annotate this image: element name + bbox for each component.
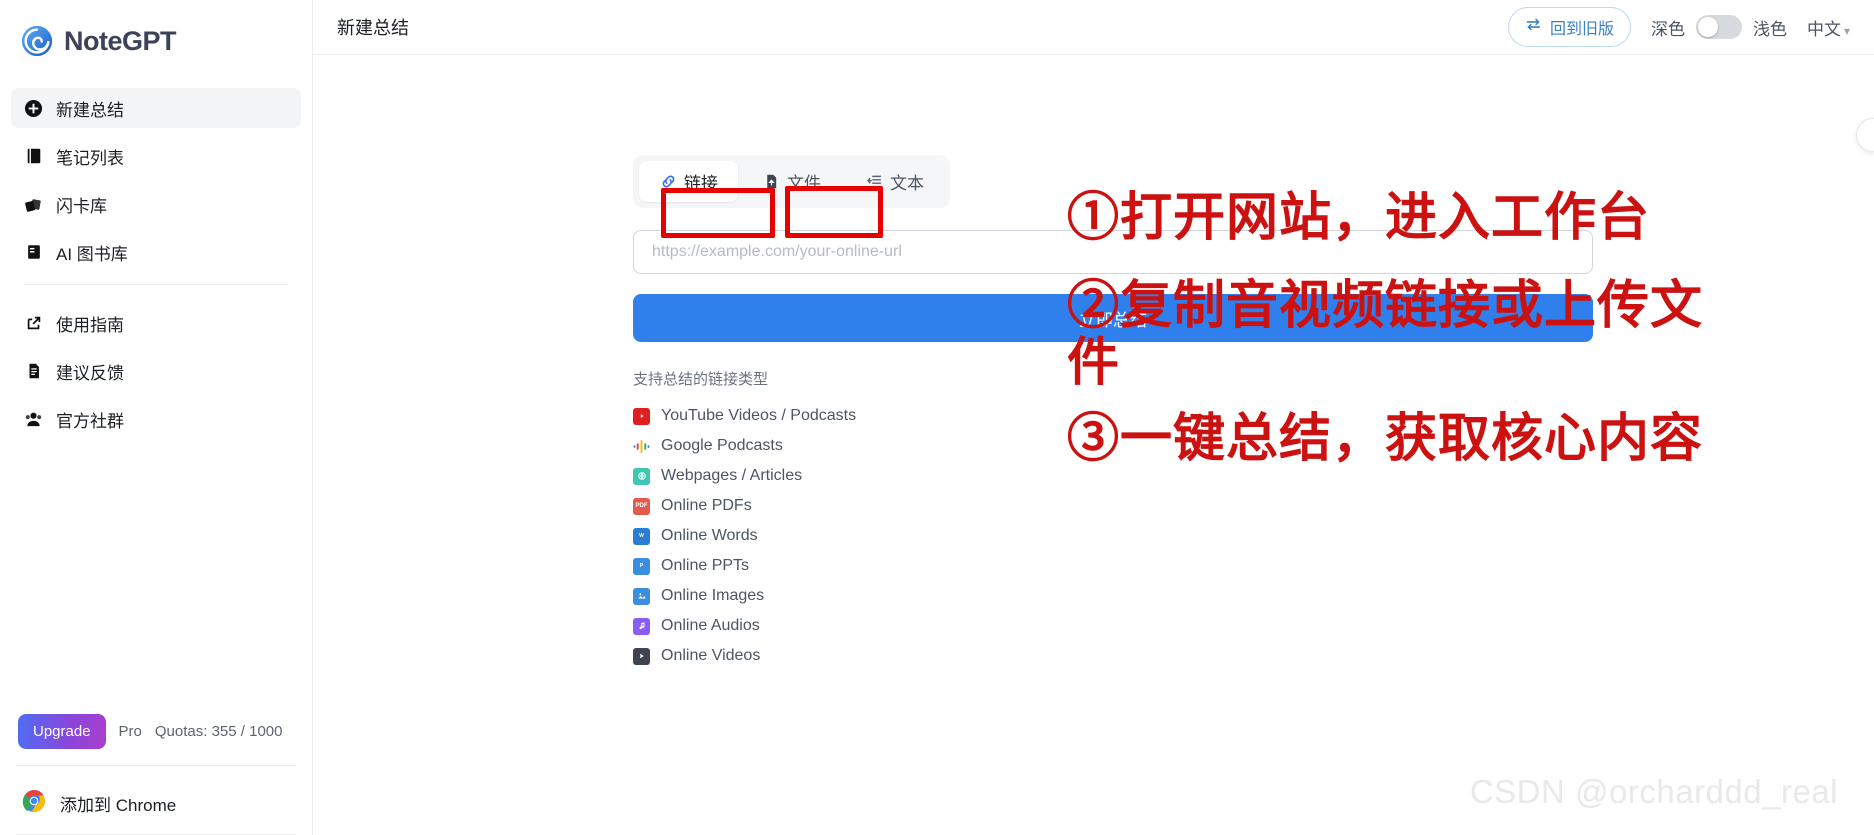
content-area: 链接 文件 文本 https://example.com/your-online… xyxy=(313,55,1874,671)
app-root: NoteGPT 新建总结 笔记列表 闪卡库 AI 图书库 使用指南 建议反馈 官… xyxy=(0,0,1874,835)
list-item: YouTube Videos / Podcasts xyxy=(633,401,1593,431)
list-item: W Online Words xyxy=(633,521,1593,551)
watermark: CSDN @orcharddd_real xyxy=(1469,773,1838,810)
theme-light-label: 浅色 xyxy=(1752,19,1787,39)
file-upload-icon xyxy=(762,173,780,191)
text-lines-icon xyxy=(865,173,883,191)
supported-types-title: 支持总结的链接类型 xyxy=(633,371,769,388)
main-area: 新建总结 回到旧版 深色 浅色 中文 ▾ 链接 文件 文本 https://ex… xyxy=(313,0,1874,835)
source-type-tabs: 链接 文件 文本 xyxy=(633,155,950,208)
type-label: Online Videos xyxy=(661,647,761,664)
list-item: Google Podcasts xyxy=(633,431,1593,461)
list-item: P Online PPTs xyxy=(633,551,1593,581)
plus-circle-icon xyxy=(24,99,43,118)
tab-link[interactable]: 链接 xyxy=(639,161,738,202)
type-label: Online Images xyxy=(661,587,765,604)
footer-divider xyxy=(16,765,296,766)
image-icon xyxy=(633,587,650,605)
notebook-icon xyxy=(24,147,43,166)
upgrade-row: Upgrade Pro Quotas: 355 / 1000 xyxy=(0,703,312,759)
sidebar: NoteGPT 新建总结 笔记列表 闪卡库 AI 图书库 使用指南 建议反馈 官… xyxy=(0,0,313,835)
users-group-icon xyxy=(24,410,43,429)
list-item: Online Videos xyxy=(633,641,1593,671)
sidebar-item-label: AI 图书库 xyxy=(56,244,128,264)
language-selector[interactable]: 中文 ▾ xyxy=(1807,15,1850,40)
top-bar: 新建总结 回到旧版 深色 浅色 中文 ▾ xyxy=(313,0,1874,55)
brand-name: NoteGPT xyxy=(64,25,177,56)
sidebar-footer: Upgrade Pro Quotas: 355 / 1000 添加到 Chrom… xyxy=(0,703,312,835)
sidebar-primary-nav: 新建总结 笔记列表 闪卡库 AI 图书库 使用指南 建议反馈 官方社群 xyxy=(0,88,312,439)
book-icon xyxy=(24,243,43,262)
start-summary-button[interactable]: 立即总结 xyxy=(633,294,1593,342)
sidebar-item-label: 笔记列表 xyxy=(56,148,124,168)
sidebar-divider xyxy=(24,284,288,285)
sidebar-item-label: 使用指南 xyxy=(56,315,124,335)
upgrade-button[interactable]: Upgrade xyxy=(18,713,106,749)
webpage-icon xyxy=(633,467,650,485)
type-label: YouTube Videos / Podcasts xyxy=(661,407,857,424)
sidebar-item-community[interactable]: 官方社群 xyxy=(11,399,301,439)
language-label: 中文 xyxy=(1806,19,1841,39)
sidebar-item-ai-library[interactable]: AI 图书库 xyxy=(11,232,301,272)
document-icon xyxy=(24,362,43,381)
audio-icon xyxy=(633,617,650,635)
google-podcasts-icon xyxy=(633,438,650,455)
external-link-icon xyxy=(24,314,43,333)
spiral-logo-icon xyxy=(20,24,54,58)
sidebar-item-label: 新建总结 xyxy=(56,100,124,120)
sidebar-item-user-guide[interactable]: 使用指南 xyxy=(11,303,301,343)
add-to-chrome-button[interactable]: 添加到 Chrome xyxy=(0,772,312,834)
type-label: Online Words xyxy=(661,527,758,544)
back-to-legacy-label: 回到旧版 xyxy=(1549,21,1614,38)
list-item: Webpages / Articles xyxy=(633,461,1593,491)
list-item: Online Audios xyxy=(633,611,1593,641)
plan-badge: Pro xyxy=(118,722,142,740)
tab-label: 文件 xyxy=(787,174,821,193)
theme-switcher[interactable]: 深色 浅色 xyxy=(1651,15,1787,40)
supported-types-list: YouTube Videos / Podcasts Google Podcast… xyxy=(633,401,1593,671)
swap-arrows-icon xyxy=(1525,16,1542,38)
tab-file[interactable]: 文件 xyxy=(742,161,841,202)
type-label: Online Audios xyxy=(661,617,760,634)
sidebar-item-notes-list[interactable]: 笔记列表 xyxy=(11,136,301,176)
page-title: 新建总结 xyxy=(337,18,409,38)
type-label: Google Podcasts xyxy=(661,437,783,454)
chevron-down-icon: ▾ xyxy=(1843,23,1850,38)
youtube-icon xyxy=(633,407,650,425)
sidebar-item-label: 官方社群 xyxy=(56,411,124,431)
summary-card: 链接 文件 文本 https://example.com/your-online… xyxy=(633,155,1593,671)
back-to-legacy-button[interactable]: 回到旧版 xyxy=(1507,7,1631,47)
theme-dark-label: 深色 xyxy=(1650,19,1685,39)
link-icon xyxy=(659,173,677,191)
video-icon xyxy=(633,647,650,665)
chrome-icon xyxy=(22,789,46,818)
sidebar-item-feedback[interactable]: 建议反馈 xyxy=(11,351,301,391)
url-input[interactable] xyxy=(633,230,1593,274)
tab-label: 链接 xyxy=(684,174,718,193)
sidebar-item-label: 闪卡库 xyxy=(56,196,107,216)
quota-label: Quotas: 355 / 1000 xyxy=(154,722,283,740)
add-to-chrome-label: 添加到 Chrome xyxy=(60,795,177,815)
type-label: Online PPTs xyxy=(661,557,750,574)
toggle-knob xyxy=(1697,17,1718,37)
sidebar-item-new-summary[interactable]: 新建总结 xyxy=(11,88,301,128)
theme-toggle[interactable] xyxy=(1695,15,1742,39)
list-item: Online Images xyxy=(633,581,1593,611)
type-label: Webpages / Articles xyxy=(661,467,803,484)
tab-text[interactable]: 文本 xyxy=(845,161,944,202)
list-item: PDF Online PDFs xyxy=(633,491,1593,521)
brand[interactable]: NoteGPT xyxy=(0,0,312,62)
type-label: Online PDFs xyxy=(661,497,752,514)
tab-label: 文本 xyxy=(890,174,924,193)
pdf-icon: PDF xyxy=(633,497,650,515)
sidebar-item-flashcards[interactable]: 闪卡库 xyxy=(11,184,301,224)
sidebar-item-label: 建议反馈 xyxy=(56,363,124,383)
word-icon: W xyxy=(633,527,650,545)
top-bar-right: 回到旧版 深色 浅色 中文 ▾ xyxy=(1507,7,1850,47)
ppt-icon: P xyxy=(633,557,650,575)
flashcards-icon xyxy=(24,195,43,214)
